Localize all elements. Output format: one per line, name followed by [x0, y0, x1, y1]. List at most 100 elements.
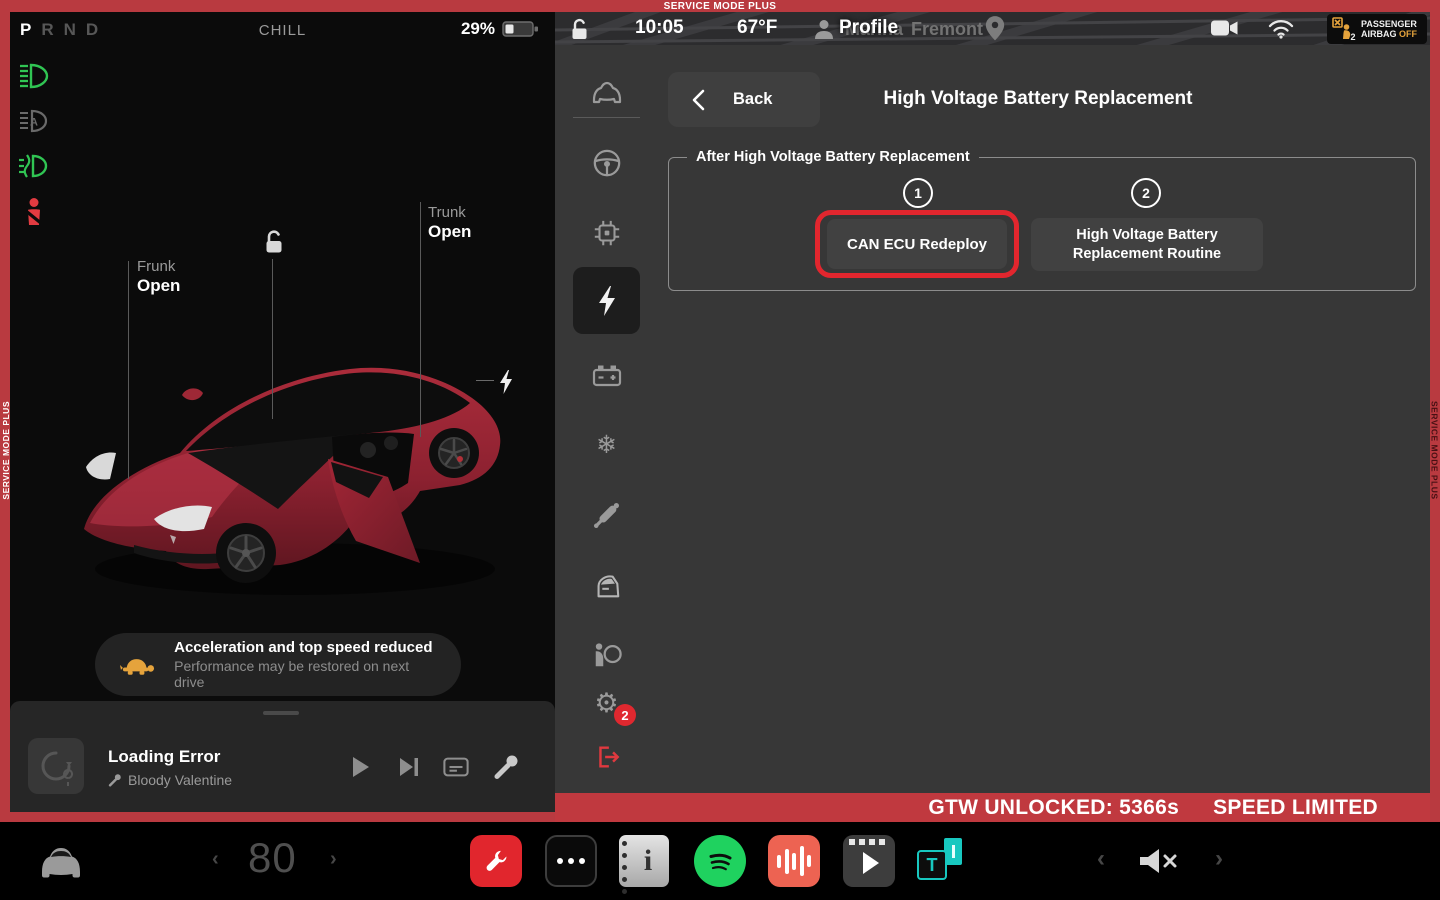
- seatbelt-warning-icon: [18, 197, 50, 227]
- tesla-service-mode-screen: SERVICE MODE PLUS SERVICE MODE PLUS SERV…: [0, 0, 1440, 900]
- volume-muted-button[interactable]: [1138, 847, 1178, 880]
- speed-limit-increase[interactable]: ›: [330, 849, 337, 869]
- service-mode-top-label: SERVICE MODE PLUS: [664, 1, 777, 12]
- battery-12v-icon: [591, 361, 623, 389]
- app-toybox[interactable]: T: [917, 835, 969, 887]
- dot-icon: [557, 858, 563, 864]
- dashcam-button[interactable]: [1210, 18, 1239, 43]
- service-mode-top-banner: SERVICE MODE PLUS: [0, 0, 1440, 12]
- volume-right-chevron[interactable]: ›: [1215, 847, 1223, 871]
- media-next-button[interactable]: [396, 754, 422, 780]
- media-play-button[interactable]: [347, 754, 373, 780]
- battery-percent: 29%: [461, 19, 495, 39]
- fog-light-indicator-icon: [18, 152, 50, 182]
- wrench-icon: [481, 846, 511, 876]
- car-front-icon: [590, 80, 624, 106]
- wifi-button[interactable]: [1267, 17, 1295, 44]
- outside-temperature[interactable]: 67°F: [737, 17, 777, 39]
- sidebar-item-high-voltage-selected[interactable]: [573, 267, 640, 334]
- after-replacement-section: After High Voltage Battery Replacement 1…: [668, 157, 1416, 291]
- sidebar-divider: [573, 117, 640, 118]
- app-launcher[interactable]: [545, 835, 597, 887]
- toybox-front-tile-icon: T: [917, 850, 947, 880]
- profile-avatar-icon: [813, 18, 835, 45]
- album-art[interactable]: [28, 738, 84, 794]
- trunk-callout[interactable]: Trunk Open: [428, 204, 471, 242]
- service-mode-right-label: SERVICE MODE PLUS: [1430, 401, 1440, 500]
- state-of-charge: 29%: [461, 19, 539, 39]
- section-legend: After High Voltage Battery Replacement: [687, 149, 979, 165]
- sidebar-item-chassis[interactable]: [573, 143, 640, 183]
- taskbar: ‹ 80 › i: [0, 822, 1440, 900]
- waveform-icon: [777, 846, 811, 876]
- trunk-callout-line: [420, 202, 421, 437]
- app-theater[interactable]: [843, 835, 895, 887]
- sidebar-item-low-voltage[interactable]: [573, 355, 640, 395]
- sidebar-item-exit-service[interactable]: [573, 737, 640, 777]
- gtw-unlocked-label: GTW UNLOCKED: 5366s: [928, 796, 1179, 820]
- media-track-title: Loading Error: [108, 747, 220, 767]
- media-lyrics-button[interactable]: [443, 754, 469, 780]
- media-player: [10, 701, 555, 812]
- airbag-line1: PASSENGER: [1361, 19, 1417, 29]
- charge-port-indicator[interactable]: [498, 369, 514, 400]
- sidebar-item-thermal[interactable]: ❄: [573, 425, 640, 465]
- loading-spinner-icon: [28, 738, 84, 794]
- status-bar: 10:05 67°F Marina Profile Fremont: [555, 12, 1430, 45]
- unlocked-indicator[interactable]: [260, 228, 287, 260]
- charge-bolt-icon: [498, 369, 514, 395]
- airbag-line2: AIRBAG: [1361, 29, 1397, 39]
- sidebar-item-suspension[interactable]: [573, 495, 640, 535]
- speed-limit-decrease[interactable]: ‹: [212, 849, 219, 869]
- battery-icon: [502, 20, 539, 38]
- sidebar-item-ecu[interactable]: [573, 213, 640, 253]
- sidebar-item-alerts[interactable]: ⚙ 2: [573, 683, 640, 723]
- sidebar-item-airbag[interactable]: [573, 635, 640, 675]
- vehicle-lock-status[interactable]: [567, 17, 592, 45]
- speed-limit-value[interactable]: 80: [248, 834, 297, 882]
- theater-icon: [843, 835, 895, 887]
- karaoke-mic-icon: [108, 773, 122, 787]
- app-audio[interactable]: [768, 835, 820, 887]
- frunk-label: Frunk: [137, 258, 180, 275]
- hv-battery-replacement-routine-button[interactable]: High Voltage Battery Replacement Routine: [1031, 218, 1263, 271]
- back-button[interactable]: Back: [668, 72, 820, 127]
- wifi-icon: [1267, 17, 1295, 39]
- performance-notification: Acceleration and top speed reduced Perfo…: [95, 633, 461, 696]
- unlock-icon: [260, 228, 287, 255]
- dot-icon: [568, 858, 574, 864]
- high-beam-indicator-icon: [18, 62, 50, 92]
- service-mode-right-edge: SERVICE MODE PLUS: [1429, 350, 1440, 550]
- speed-limited-label: SPEED LIMITED: [1213, 796, 1378, 820]
- gateway-status-banner: GTW UNLOCKED: 5366s SPEED LIMITED: [555, 793, 1430, 822]
- app-owners-manual[interactable]: i: [619, 835, 669, 887]
- trunk-label: Trunk: [428, 204, 471, 221]
- app-service[interactable]: [470, 835, 522, 887]
- media-drawer-handle[interactable]: [263, 711, 299, 715]
- frunk-callout[interactable]: Frunk Open: [137, 258, 180, 296]
- spotify-icon: [704, 845, 736, 877]
- profile-menu[interactable]: Profile: [839, 17, 898, 39]
- muted-speaker-icon: [1138, 847, 1178, 875]
- app-spotify[interactable]: [694, 835, 746, 887]
- svg-text:2: 2: [1350, 32, 1355, 41]
- map-pin-icon: [983, 15, 1007, 45]
- vehicle-3d-view[interactable]: [70, 331, 515, 596]
- telltale-column: A: [18, 62, 50, 227]
- notification-subtitle: Performance may be restored on next driv…: [174, 658, 437, 690]
- sidebar-item-closures[interactable]: [573, 566, 640, 606]
- airbag-off-icon: 2: [1332, 17, 1356, 41]
- video-camera-icon: [1210, 18, 1239, 38]
- can-ecu-redeploy-button[interactable]: CAN ECU Redeploy: [827, 219, 1007, 269]
- volume-left-chevron[interactable]: ‹: [1097, 847, 1105, 871]
- shock-absorber-icon: [592, 500, 622, 530]
- vehicle-status-panel: P R N D CHILL 29%: [10, 12, 555, 812]
- steering-wheel-icon: [592, 148, 622, 178]
- passenger-airbag-status: 2 PASSENGER AIRBAG OFF: [1327, 14, 1427, 44]
- media-karaoke-button[interactable]: [493, 754, 519, 780]
- vehicle-controls-button[interactable]: [38, 844, 84, 885]
- step-1-number: 1: [903, 178, 933, 208]
- sidebar-item-vehicle[interactable]: [573, 73, 640, 113]
- unlocked-padlock-icon: [567, 17, 592, 41]
- auto-headlight-indicator-icon: A: [18, 107, 50, 137]
